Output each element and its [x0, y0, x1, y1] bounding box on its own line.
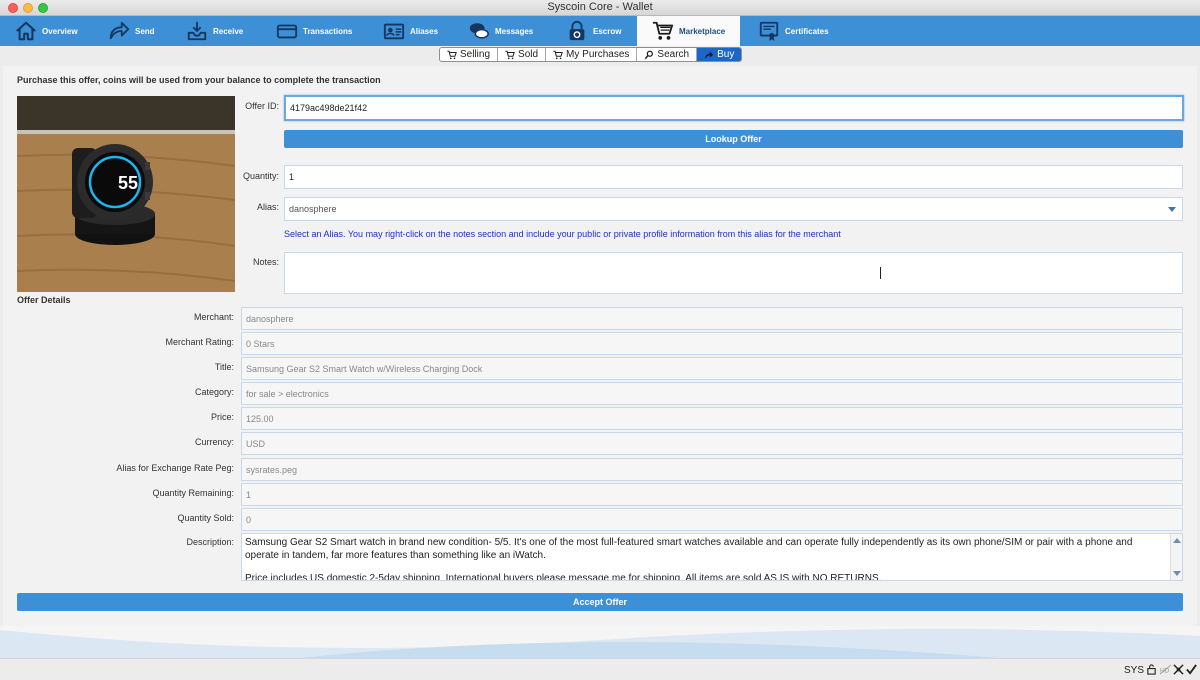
- synced-checkmark-icon: [1186, 664, 1197, 675]
- watch-face-time: 55: [118, 173, 138, 193]
- buy-offer-panel: Purchase this offer, coins will be used …: [3, 66, 1197, 626]
- decorative-wave: [0, 626, 1200, 658]
- id-card-icon: [383, 23, 405, 40]
- description-field[interactable]: Samsung Gear S2 Smart watch in brand new…: [241, 533, 1183, 581]
- window-title: Syscoin Core - Wallet: [547, 1, 653, 13]
- subtab-sold[interactable]: Sold: [498, 48, 547, 61]
- chat-bubbles-icon: [469, 23, 489, 39]
- subtab-my-purchases-label: My Purchases: [566, 49, 630, 60]
- certificate-icon: [759, 21, 779, 42]
- hd-disabled-icon: HD: [1160, 664, 1171, 675]
- buy-arrow-icon: [705, 51, 714, 59]
- tab-certificates-label: Certificates: [785, 26, 829, 36]
- tab-send-label: Send: [135, 26, 155, 36]
- cart-icon: [447, 50, 457, 59]
- alias-select-value: danosphere: [289, 204, 337, 214]
- currency-field: USD: [241, 432, 1183, 455]
- tab-aliases[interactable]: Aliases: [383, 16, 438, 46]
- currency-label: Currency:: [194, 437, 234, 447]
- cart-icon: [505, 50, 515, 59]
- card-icon: [276, 24, 298, 39]
- offer-id-input[interactable]: 4179ac498de21f42: [284, 95, 1184, 121]
- description-scrollbar[interactable]: [1170, 534, 1182, 580]
- category-label: Category:: [194, 387, 234, 397]
- quantity-sold-field: 0: [241, 508, 1183, 531]
- offer-id-label: Offer ID:: [245, 101, 279, 111]
- quantity-remaining-label: Quantity Remaining:: [152, 488, 234, 498]
- purchase-instructions: Purchase this offer, coins will be used …: [17, 75, 381, 85]
- subtab-buy-label: Buy: [717, 49, 735, 60]
- lock-icon: [1147, 664, 1156, 675]
- lookup-offer-button[interactable]: Lookup Offer: [284, 130, 1183, 148]
- notes-textarea[interactable]: [284, 252, 1183, 294]
- quantity-label: Quantity:: [242, 171, 279, 181]
- main-toolbar: Overview Send Receive Transactions Alias…: [0, 16, 1200, 46]
- merchant-label: Merchant:: [193, 312, 234, 322]
- tab-marketplace-label: Marketplace: [679, 26, 726, 36]
- tab-transactions[interactable]: Transactions: [276, 16, 352, 46]
- scroll-down-icon[interactable]: [1173, 571, 1181, 576]
- quantity-input[interactable]: 1: [284, 165, 1183, 189]
- subtab-selling[interactable]: Selling: [440, 48, 499, 61]
- category-field: for sale > electronics: [241, 382, 1183, 405]
- accept-offer-button[interactable]: Accept Offer: [17, 593, 1183, 611]
- cart-icon: [652, 21, 674, 40]
- tab-overview[interactable]: Overview: [15, 16, 78, 46]
- scroll-up-icon[interactable]: [1173, 538, 1181, 543]
- merchant-rating-field: 0 Stars: [241, 332, 1183, 355]
- unit-label[interactable]: SYS: [1124, 665, 1144, 676]
- search-icon: [645, 50, 654, 59]
- exchange-peg-field: sysrates.peg: [241, 458, 1183, 481]
- alias-select[interactable]: danosphere: [284, 197, 1183, 221]
- description-paragraph: Samsung Gear S2 Smart watch in brand new…: [245, 537, 1133, 561]
- tab-certificates[interactable]: Certificates: [758, 16, 829, 46]
- subtab-search-label: Search: [657, 49, 690, 60]
- title-label: Title:: [214, 362, 234, 372]
- merchant-rating-label: Merchant Rating:: [165, 337, 234, 347]
- status-bar: SYS HD: [0, 658, 1200, 680]
- home-icon: [16, 21, 36, 41]
- cart-icon: [553, 50, 563, 59]
- subtab-my-purchases[interactable]: My Purchases: [546, 48, 638, 61]
- tab-escrow-label: Escrow: [593, 26, 622, 36]
- notes-label: Notes:: [252, 257, 279, 267]
- merchant-field: danosphere: [241, 307, 1183, 330]
- price-field: 125.00: [241, 407, 1183, 430]
- text-cursor-icon: [880, 267, 882, 279]
- subtab-sold-label: Sold: [518, 49, 539, 60]
- tab-overview-label: Overview: [42, 26, 78, 36]
- exchange-peg-label: Alias for Exchange Rate Peg:: [116, 463, 234, 473]
- quantity-remaining-field: 1: [241, 483, 1183, 506]
- send-arrow-icon: [109, 21, 130, 40]
- tab-messages[interactable]: Messages: [468, 16, 533, 46]
- description-label: Description:: [186, 537, 234, 547]
- tab-receive-label: Receive: [213, 26, 244, 36]
- tab-escrow[interactable]: Escrow: [566, 16, 621, 46]
- tab-marketplace[interactable]: Marketplace: [637, 16, 740, 46]
- tab-send[interactable]: Send: [108, 16, 155, 46]
- escrow-lock-icon: [569, 20, 585, 41]
- quantity-sold-label: Quantity Sold:: [177, 513, 234, 523]
- title-field: Samsung Gear S2 Smart Watch w/Wireless C…: [241, 357, 1183, 380]
- description-paragraph: Price includes US domestic 2-5day shippi…: [245, 573, 882, 581]
- price-label: Price:: [210, 412, 234, 422]
- subtab-buy[interactable]: Buy: [697, 48, 742, 61]
- tab-transactions-label: Transactions: [303, 26, 353, 36]
- tab-receive[interactable]: Receive: [186, 16, 243, 46]
- network-connections-icon: [1173, 664, 1184, 675]
- receive-inbox-icon: [187, 21, 207, 41]
- alias-hint: Select an Alias. You may right-click on …: [284, 229, 841, 239]
- alias-label: Alias:: [256, 202, 279, 212]
- tab-aliases-label: Aliases: [410, 26, 439, 36]
- tab-messages-label: Messages: [495, 26, 534, 36]
- offer-details-title: Offer Details: [17, 295, 71, 305]
- chevron-down-icon: [1168, 207, 1176, 212]
- marketplace-subtabs: Selling Sold My Purchases Search Buy: [439, 47, 743, 62]
- window-titlebar: Syscoin Core - Wallet: [0, 0, 1200, 16]
- subtab-selling-label: Selling: [460, 49, 491, 60]
- subtab-search[interactable]: Search: [637, 48, 698, 61]
